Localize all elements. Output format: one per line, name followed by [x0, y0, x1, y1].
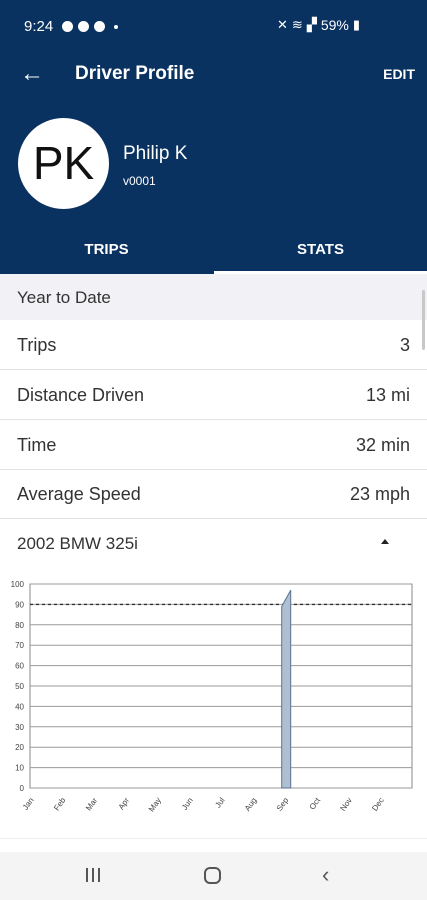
notification-icon: [94, 21, 105, 32]
back-nav-icon[interactable]: ‹: [322, 862, 329, 888]
tab-stats[interactable]: STATS: [214, 226, 427, 274]
driver-id: v0001: [123, 174, 156, 188]
scrollbar[interactable]: [422, 290, 425, 350]
mute-icon: ✕: [277, 17, 288, 32]
x-tick-label: Mar: [84, 796, 99, 813]
stat-value: 3: [399, 335, 410, 355]
battery-icon: ▮: [352, 17, 360, 32]
x-tick-label: Feb: [52, 796, 68, 813]
stat-row-distance: Distance Driven 13 mi: [0, 370, 427, 420]
notification-icon: [62, 21, 73, 32]
y-tick-label: 40: [15, 702, 24, 711]
status-bar: 9:24 ✕ ≋ ▞ 59% ▮: [0, 0, 427, 52]
status-time: 9:24: [24, 18, 54, 35]
notification-icon: [78, 21, 89, 32]
y-tick-label: 60: [15, 662, 24, 671]
arrow-back-icon[interactable]: ←: [18, 60, 46, 88]
y-tick-label: 80: [15, 621, 24, 630]
system-status: ✕ ≋ ▞ 59% ▮: [277, 17, 360, 33]
stat-value: 13 mi: [365, 385, 410, 405]
x-tick-label: Oct: [308, 795, 323, 811]
chevron-up-icon[interactable]: [381, 539, 389, 544]
wifi-icon: ≋: [291, 17, 303, 32]
x-tick-label: Dec: [370, 796, 386, 813]
more-notifications-icon: [114, 24, 118, 29]
vehicle-name: 2002 BMW 325i: [17, 534, 138, 553]
divider: [0, 838, 427, 839]
tab-trips[interactable]: TRIPS: [0, 226, 213, 274]
vehicle-chart: 0 10 20 30 40 50 60 70 80 90 100 Jan Feb Mar Apr May Jun…: [0, 572, 427, 827]
stat-label: Trips: [17, 335, 57, 355]
profile-header: 9:24 ✕ ≋ ▞ 59% ▮ ← Driver Profile EDIT P…: [0, 0, 427, 274]
page-title: Driver Profile: [75, 63, 195, 84]
x-tick-label: Apr: [117, 796, 132, 812]
section-header: Year to Date: [0, 274, 427, 320]
signal-icon: ▞: [306, 17, 317, 32]
home-icon[interactable]: [204, 867, 221, 884]
x-tick-label: Sep: [275, 796, 291, 813]
y-tick-label: 0: [20, 784, 25, 793]
battery-percent: 59%: [320, 17, 349, 33]
y-tick-label: 10: [15, 764, 24, 773]
x-tick-label: Jul: [213, 796, 226, 810]
y-tick-label: 20: [15, 743, 24, 752]
recent-apps-icon[interactable]: [86, 868, 100, 882]
stat-value: 32 min: [355, 435, 410, 455]
edit-button[interactable]: EDIT: [383, 66, 415, 82]
driver-name: Philip K: [123, 143, 188, 164]
stat-label: Time: [17, 435, 57, 455]
stat-row-average-speed: Average Speed 23 mph: [0, 469, 427, 519]
avatar: PK: [18, 118, 109, 209]
stat-row-trips: Trips 3: [0, 320, 427, 370]
y-tick-label: 90: [15, 600, 24, 609]
x-tick-label: Jun: [180, 796, 195, 812]
y-tick-label: 100: [11, 580, 25, 589]
chart-svg: 0 10 20 30 40 50 60 70 80 90 100 Jan Feb Mar Apr May Jun…: [11, 580, 413, 814]
y-tick-label: 30: [15, 723, 24, 732]
y-tick-label: 50: [15, 682, 24, 691]
notification-icons: [62, 21, 118, 32]
bar-aug: [281, 589, 292, 789]
y-tick-label: 70: [15, 641, 24, 650]
stat-label: Average Speed: [17, 484, 141, 504]
x-tick-label: May: [147, 796, 163, 814]
x-tick-label: Jan: [21, 796, 36, 812]
stat-row-time: Time 32 min: [0, 420, 427, 470]
vehicle-expander[interactable]: 2002 BMW 325i: [0, 519, 427, 569]
x-tick-label: Nov: [338, 796, 354, 813]
stat-value: 23 mph: [349, 484, 410, 504]
section-title: Year to Date: [17, 288, 111, 307]
stat-label: Distance Driven: [17, 385, 145, 405]
x-tick-label: Aug: [243, 796, 259, 813]
